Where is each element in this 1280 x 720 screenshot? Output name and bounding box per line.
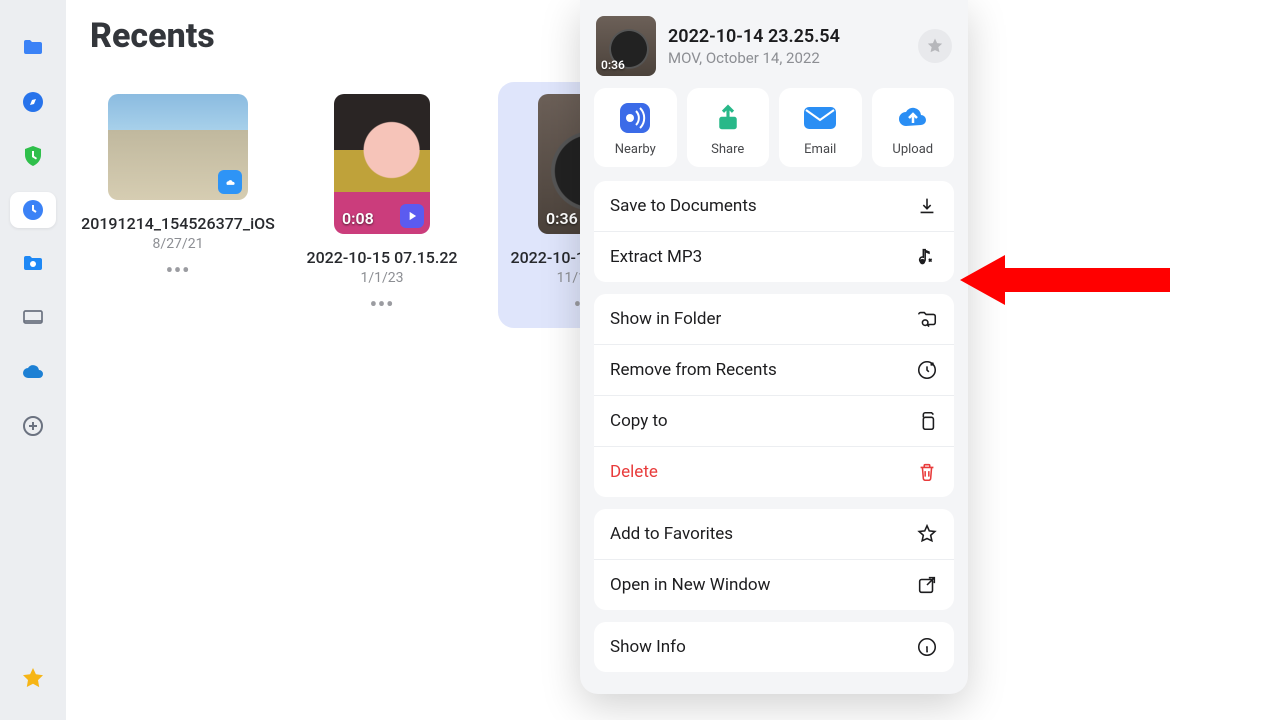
row-label: Add to Favorites: [610, 524, 733, 544]
download-icon: [916, 195, 938, 217]
share-label: Email: [804, 142, 836, 157]
copy-to-row[interactable]: Copy to: [594, 396, 954, 447]
save-documents-row[interactable]: Save to Documents: [594, 181, 954, 232]
row-label: Open in New Window: [610, 575, 770, 595]
external-icon: [916, 574, 938, 596]
app-folder-icon: [21, 252, 45, 276]
file-date: 1/1/23: [360, 270, 403, 286]
show-info-row[interactable]: Show Info: [594, 622, 954, 672]
nearby-share-button[interactable]: Nearby: [594, 88, 677, 167]
sidebar-item-recents[interactable]: [10, 192, 56, 228]
file-thumbnail: [108, 94, 248, 200]
delete-row[interactable]: Delete: [594, 447, 954, 497]
share-label: Nearby: [615, 142, 656, 157]
star-icon: [925, 36, 945, 56]
mail-icon: [802, 100, 838, 136]
duration-label: 0:36: [601, 58, 625, 72]
open-new-window-row[interactable]: Open in New Window: [594, 560, 954, 610]
share-icon: [710, 100, 746, 136]
sidebar-item-computer[interactable]: [10, 300, 56, 336]
context-panel: 0:36 2022-10-14 23.25.54 MOV, October 14…: [580, 0, 968, 694]
panel-title: 2022-10-14 23.25.54: [668, 26, 906, 47]
panel-header: 0:36 2022-10-14 23.25.54 MOV, October 14…: [594, 16, 954, 88]
nearby-icon: [617, 100, 653, 136]
sidebar-item-files[interactable]: [10, 30, 56, 66]
play-badge-icon: [400, 204, 424, 228]
file-thumbnail: 0:08: [334, 94, 430, 234]
row-label: Show in Folder: [610, 309, 721, 329]
panel-subtitle: MOV, October 14, 2022: [668, 49, 906, 67]
row-label: Show Info: [610, 637, 686, 657]
sidebar-item-apps[interactable]: [10, 246, 56, 282]
share-label: Share: [711, 142, 744, 157]
file-tile[interactable]: 0:08 2022-10-15 07.15.22 1/1/23 •••: [294, 82, 470, 328]
compass-icon: [21, 90, 45, 114]
remove-recents-row[interactable]: Remove from Recents: [594, 345, 954, 396]
add-favorites-row[interactable]: Add to Favorites: [594, 509, 954, 560]
computer-icon: [21, 306, 45, 330]
email-button[interactable]: Email: [779, 88, 862, 167]
copy-icon: [916, 410, 938, 432]
cloud-badge-icon: [218, 170, 242, 194]
menu-section: Add to Favorites Open in New Window: [594, 509, 954, 610]
trash-icon: [916, 461, 938, 483]
sidebar-item-browser[interactable]: [10, 84, 56, 120]
star-icon: [21, 666, 45, 690]
more-icon[interactable]: •••: [370, 292, 395, 316]
clock-x-icon: [916, 359, 938, 381]
shield-icon: [21, 144, 45, 168]
file-name: 2022-10-15 07.15.22: [306, 248, 457, 268]
duration-label: 0:36: [546, 209, 578, 228]
sidebar-item-security[interactable]: [10, 138, 56, 174]
sidebar: [0, 0, 66, 720]
file-tile[interactable]: 20191214_154526377_iOS 8/27/21 •••: [90, 82, 266, 328]
show-folder-row[interactable]: Show in Folder: [594, 294, 954, 345]
more-icon[interactable]: •••: [166, 258, 191, 282]
clock-icon: [21, 198, 45, 222]
duration-label: 0:08: [342, 209, 374, 228]
sidebar-item-favorites[interactable]: [10, 660, 56, 696]
plus-icon: [21, 414, 45, 438]
menu-section: Show in Folder Remove from Recents Copy …: [594, 294, 954, 497]
extract-mp3-row[interactable]: Extract MP3: [594, 232, 954, 282]
row-label: Copy to: [610, 411, 668, 431]
menu-section: Save to Documents Extract MP3: [594, 181, 954, 282]
row-label: Extract MP3: [610, 247, 702, 267]
folder-search-icon: [916, 308, 938, 330]
cloud-upload-icon: [895, 100, 931, 136]
file-date: 8/27/21: [153, 236, 204, 252]
share-button[interactable]: Share: [687, 88, 770, 167]
folder-icon: [21, 36, 45, 60]
panel-thumbnail: 0:36: [596, 16, 656, 76]
share-row: Nearby Share Email Upload: [594, 88, 954, 167]
row-label: Save to Documents: [610, 196, 757, 216]
music-icon: [916, 246, 938, 268]
favorite-toggle[interactable]: [918, 29, 952, 63]
upload-button[interactable]: Upload: [872, 88, 955, 167]
sidebar-item-add[interactable]: [10, 408, 56, 444]
star-outline-icon: [916, 523, 938, 545]
row-label: Delete: [610, 462, 658, 482]
share-label: Upload: [892, 142, 933, 157]
file-name: 20191214_154526377_iOS: [81, 214, 275, 234]
menu-section: Show Info: [594, 622, 954, 672]
info-icon: [916, 636, 938, 658]
sidebar-item-cloud[interactable]: [10, 354, 56, 390]
row-label: Remove from Recents: [610, 360, 777, 380]
cloud-icon: [21, 360, 45, 384]
